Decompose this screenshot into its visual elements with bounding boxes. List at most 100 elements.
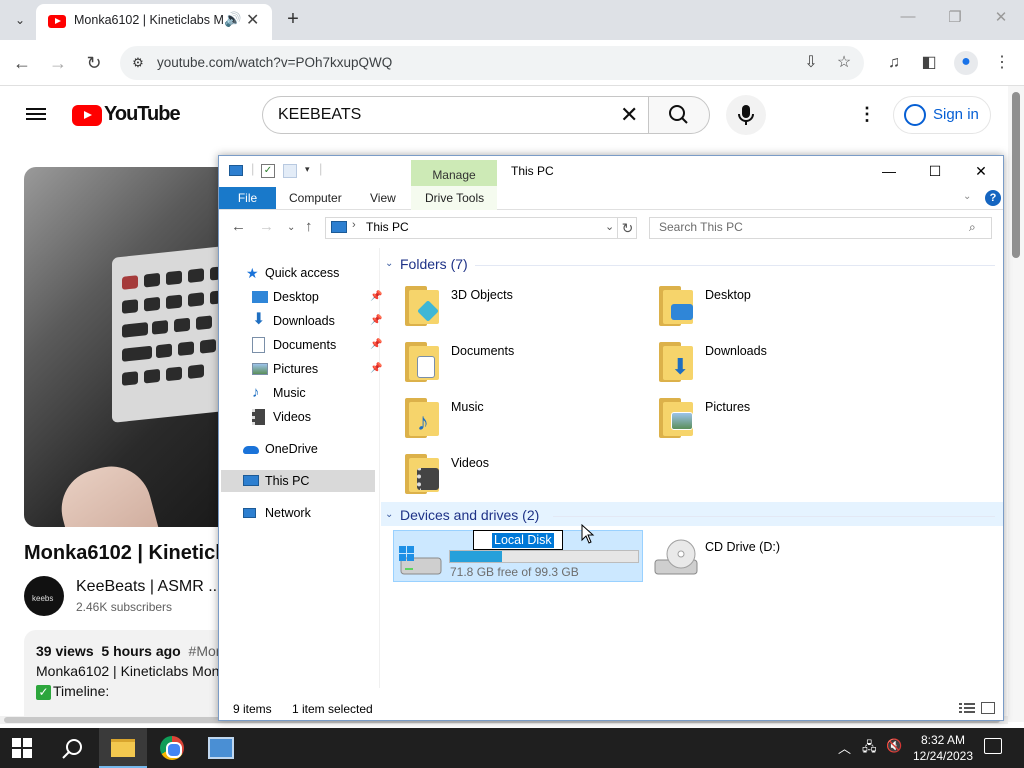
speaker-icon[interactable]: 🔊 xyxy=(224,11,241,28)
cd-drive-label[interactable]: CD Drive (D:) xyxy=(705,540,780,554)
show-hidden-icons-chevron-icon[interactable]: ︿ xyxy=(838,738,851,757)
back-arrow-icon[interactable]: ← xyxy=(9,51,35,75)
tab-close-button[interactable]: ✕ xyxy=(246,10,259,30)
folder-downloads[interactable]: ⬇ Downloads xyxy=(659,340,889,390)
details-view-icon[interactable] xyxy=(959,702,975,714)
view-tab[interactable]: View xyxy=(370,191,396,205)
reload-icon[interactable]: ↻ xyxy=(81,51,107,75)
folder-music[interactable]: ♪ Music xyxy=(405,396,635,446)
up-arrow-icon[interactable]: ↑ xyxy=(305,218,313,235)
close-window-button[interactable]: ✕ xyxy=(986,8,1016,30)
chrome-menu-icon[interactable]: ⋮ xyxy=(991,52,1013,74)
nav-item-videos[interactable]: Videos xyxy=(252,406,311,428)
quick-access-toolbar-dropdown-icon[interactable]: ▾ xyxy=(305,164,310,175)
voice-search-button[interactable] xyxy=(726,95,766,135)
page-scrollbar-thumb[interactable] xyxy=(1012,92,1020,258)
youtube-search-value[interactable]: KEEBEATS xyxy=(278,106,361,124)
pin-icon[interactable]: 📌 xyxy=(370,358,382,380)
nav-item-onedrive[interactable]: OneDrive xyxy=(243,438,318,460)
more-options-icon[interactable]: ⋮ xyxy=(858,104,876,125)
nav-item-network[interactable]: Network xyxy=(243,502,311,524)
explorer-close-button[interactable]: ✕ xyxy=(966,161,996,181)
windows-start-icon[interactable] xyxy=(12,738,32,758)
forward-arrow-icon[interactable]: → xyxy=(259,218,274,235)
nav-label: Music xyxy=(273,386,306,400)
explorer-minimize-button[interactable]: — xyxy=(874,161,904,181)
folder-pictures[interactable]: Pictures xyxy=(659,396,889,446)
minimize-button[interactable]: — xyxy=(893,8,923,30)
volume-muted-icon[interactable]: 🔇 xyxy=(886,738,902,754)
taskbar-computer-icon[interactable] xyxy=(208,737,234,759)
recent-locations-chevron-icon[interactable]: ⌄ xyxy=(287,222,295,233)
network-tray-icon[interactable]: 🖧 xyxy=(862,738,877,760)
address-text[interactable]: This PC xyxy=(366,220,409,234)
computer-tab[interactable]: Computer xyxy=(289,191,342,205)
folder-3d-objects[interactable]: 3D Objects xyxy=(405,284,635,334)
site-info-icon[interactable]: ⚙ xyxy=(128,53,148,73)
taskbar-file-explorer-icon[interactable] xyxy=(99,728,147,768)
large-icons-view-icon[interactable] xyxy=(981,702,995,714)
file-tab[interactable]: File xyxy=(219,187,276,209)
search-placeholder[interactable]: Search This PC xyxy=(659,220,743,234)
nav-label: Network xyxy=(265,506,311,520)
side-panel-icon[interactable]: ◧ xyxy=(918,52,940,74)
sign-in-label[interactable]: Sign in xyxy=(933,106,979,123)
expand-ribbon-chevron-icon[interactable]: ⌄ xyxy=(963,191,971,202)
notification-center-icon[interactable] xyxy=(984,738,1002,754)
youtube-logo-icon[interactable] xyxy=(72,105,102,126)
nav-item-documents[interactable]: Documents 📌 xyxy=(252,334,382,356)
folders-group-header[interactable]: Folders (7) xyxy=(400,256,468,272)
youtube-search-button[interactable] xyxy=(648,96,710,134)
hashtag-link[interactable]: #Monka xyxy=(189,643,220,659)
media-controls-icon[interactable]: ♫ xyxy=(883,52,905,74)
nav-item-music[interactable]: ♪ Music xyxy=(252,382,306,404)
pin-icon[interactable]: 📌 xyxy=(370,334,382,356)
folder-label: Desktop xyxy=(705,288,751,302)
youtube-logo-text[interactable]: YouTube xyxy=(104,103,181,126)
tab-search-chevron-icon[interactable]: ⌄ xyxy=(8,8,32,32)
file-explorer-window[interactable]: | ✓ ▾ | Manage This PC — ☐ ✕ File Comput… xyxy=(218,155,1004,721)
help-icon[interactable]: ? xyxy=(985,190,1001,206)
browser-tab[interactable]: Monka6102 | Kineticlabs Mo 🔊 ✕ xyxy=(36,4,272,40)
folder-desktop[interactable]: Desktop xyxy=(659,284,889,334)
bookmark-star-icon[interactable]: ☆ xyxy=(833,52,855,74)
folder-3d-objects-icon xyxy=(405,284,441,326)
taskbar-search-icon[interactable] xyxy=(62,738,82,759)
nav-item-desktop[interactable]: Desktop 📌 xyxy=(252,286,382,308)
properties-icon[interactable]: ✓ xyxy=(261,164,275,178)
clear-search-icon[interactable]: ✕ xyxy=(620,102,638,128)
back-arrow-icon[interactable]: ← xyxy=(231,218,246,235)
url-text[interactable]: youtube.com/watch?v=POh7kxupQWQ xyxy=(157,55,392,70)
drives-group-header[interactable]: Devices and drives (2) xyxy=(400,507,539,523)
forward-arrow-icon[interactable]: → xyxy=(45,51,71,75)
taskbar-chrome-icon[interactable] xyxy=(160,736,184,760)
drive-tools-tab[interactable]: Drive Tools xyxy=(425,191,484,205)
manage-contextual-tab[interactable]: Manage xyxy=(411,160,497,186)
install-app-icon[interactable]: ⇩ xyxy=(800,52,822,74)
pin-icon[interactable]: 📌 xyxy=(370,310,382,332)
explorer-maximize-button[interactable]: ☐ xyxy=(920,161,950,181)
folder-desktop-icon xyxy=(659,284,695,326)
local-disk-label[interactable]: Local Disk xyxy=(492,533,554,548)
pin-icon[interactable]: 📌 xyxy=(370,286,382,308)
search-icon[interactable]: ⌕ xyxy=(969,220,976,235)
hamburger-menu-icon[interactable] xyxy=(26,105,46,123)
channel-name[interactable]: KeeBeats | ASMR ... xyxy=(76,578,220,596)
profile-icon[interactable]: ● xyxy=(954,51,978,75)
nav-item-quick-access[interactable]: ★ Quick access xyxy=(246,262,339,284)
new-tab-button[interactable]: + xyxy=(282,8,304,30)
breadcrumb-chevron-icon[interactable]: › xyxy=(352,219,356,231)
collapse-group-chevron-icon[interactable]: ⌄ xyxy=(385,509,393,520)
channel-avatar[interactable]: keebs xyxy=(24,576,64,616)
new-folder-icon[interactable] xyxy=(283,164,297,178)
collapse-group-chevron-icon[interactable]: ⌄ xyxy=(385,258,393,269)
folder-videos[interactable]: Videos xyxy=(405,452,635,502)
folder-documents[interactable]: Documents xyxy=(405,340,635,390)
refresh-icon[interactable]: ↻ xyxy=(617,217,637,239)
nav-item-downloads[interactable]: ⬇ Downloads 📌 xyxy=(252,310,382,332)
system-clock[interactable]: 8:32 AM 12/24/2023 xyxy=(908,732,978,764)
restore-button[interactable]: ❐ xyxy=(940,8,970,30)
nav-item-pictures[interactable]: Pictures 📌 xyxy=(252,358,382,380)
address-dropdown-icon[interactable]: ⌄ xyxy=(605,220,614,233)
nav-item-this-pc[interactable]: This PC xyxy=(243,470,309,492)
